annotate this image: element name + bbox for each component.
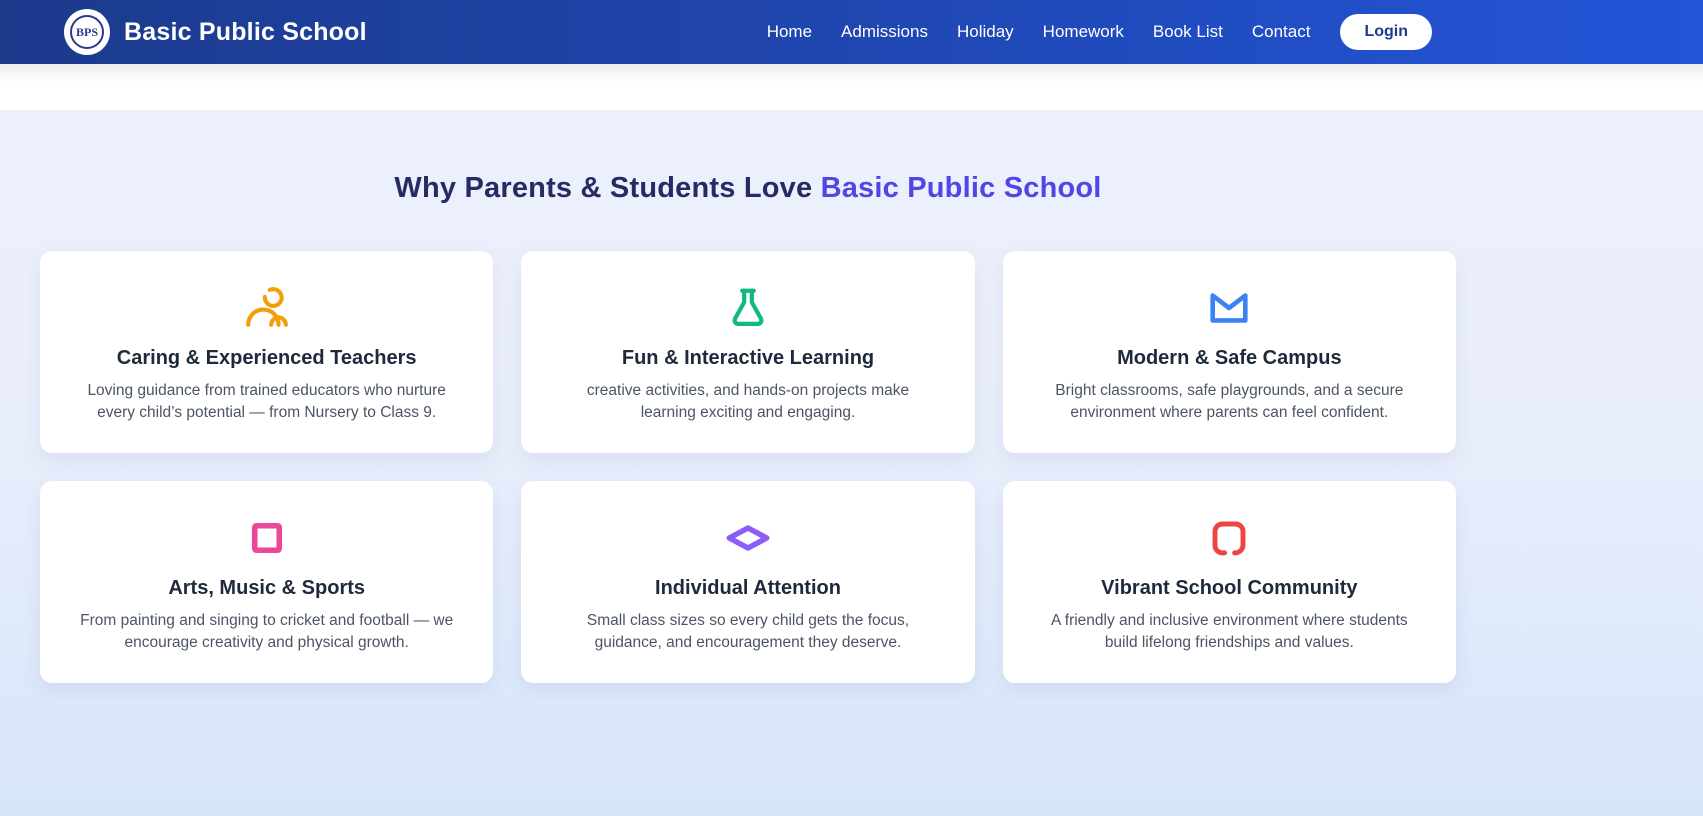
- card-description: Small class sizes so every child gets th…: [557, 610, 938, 655]
- feature-card-teachers: Caring & Experienced Teachers Loving gui…: [40, 251, 493, 453]
- top-navbar: BPS Basic Public School Home Admissions …: [0, 0, 1703, 64]
- feature-card-learning: Fun & Interactive Learning creative acti…: [521, 251, 974, 453]
- subnav-strip: [0, 64, 1703, 110]
- nav-link-home[interactable]: Home: [767, 22, 812, 42]
- logo-monogram: BPS: [70, 15, 104, 49]
- card-title: Caring & Experienced Teachers: [76, 347, 457, 370]
- flask-icon: [557, 285, 938, 331]
- envelope-icon: [1039, 285, 1420, 331]
- brand-name: Basic Public School: [124, 18, 367, 47]
- card-title: Individual Attention: [557, 577, 938, 600]
- section-heading: Why Parents & Students Love Basic Public…: [40, 172, 1456, 205]
- card-title: Modern & Safe Campus: [1039, 347, 1420, 370]
- feature-card-arts: Arts, Music & Sports From painting and s…: [40, 481, 493, 683]
- brand[interactable]: BPS Basic Public School: [64, 9, 367, 55]
- card-description: A friendly and inclusive environment whe…: [1039, 610, 1420, 655]
- login-button[interactable]: Login: [1340, 14, 1432, 50]
- nav-link-contact[interactable]: Contact: [1252, 22, 1311, 42]
- nav-link-homework[interactable]: Homework: [1043, 22, 1124, 42]
- card-title: Fun & Interactive Learning: [557, 347, 938, 370]
- card-title: Vibrant School Community: [1039, 577, 1420, 600]
- card-description: Bright classrooms, safe playgrounds, and…: [1039, 380, 1420, 425]
- heading-highlight: Basic Public School: [821, 172, 1102, 204]
- nav-link-admissions[interactable]: Admissions: [841, 22, 928, 42]
- heading-prefix: Why Parents & Students Love: [394, 172, 820, 204]
- rounded-bracket-icon: [1039, 515, 1420, 561]
- users-icon: [76, 285, 457, 331]
- feature-card-campus: Modern & Safe Campus Bright classrooms, …: [1003, 251, 1456, 453]
- diamond-icon: [557, 515, 938, 561]
- square-icon: [76, 515, 457, 561]
- card-description: creative activities, and hands-on projec…: [557, 380, 938, 425]
- school-logo-icon: BPS: [64, 9, 110, 55]
- nav-link-book-list[interactable]: Book List: [1153, 22, 1223, 42]
- nav-link-holiday[interactable]: Holiday: [957, 22, 1014, 42]
- feature-card-community: Vibrant School Community A friendly and …: [1003, 481, 1456, 683]
- feature-card-attention: Individual Attention Small class sizes s…: [521, 481, 974, 683]
- card-title: Arts, Music & Sports: [76, 577, 457, 600]
- nav-links: Home Admissions Holiday Homework Book Li…: [767, 22, 1311, 42]
- features-section: Why Parents & Students Love Basic Public…: [0, 110, 1703, 816]
- card-description: Loving guidance from trained educators w…: [76, 380, 457, 425]
- card-description: From painting and singing to cricket and…: [76, 610, 457, 655]
- feature-cards-grid: Caring & Experienced Teachers Loving gui…: [40, 251, 1456, 683]
